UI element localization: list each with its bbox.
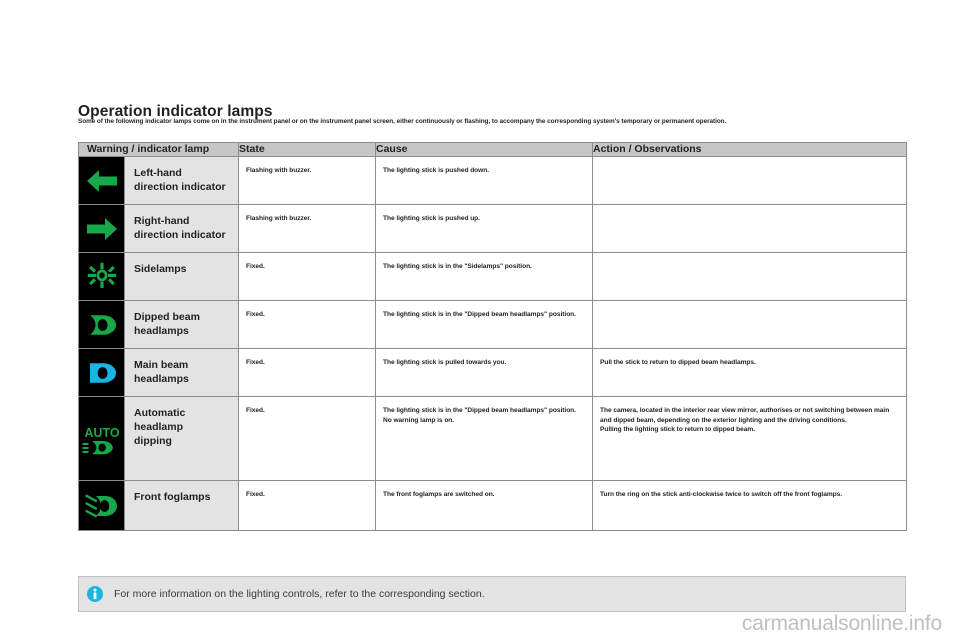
indicator-lamps-table: Warning / indicator lamp State Cause Act… [78,142,907,531]
lamp-action: Pull the stick to return to dipped beam … [592,348,907,397]
lamp-name: Dipped beam headlamps [124,300,239,349]
lamp-state: Flashing with buzzer. [238,156,376,205]
indicator-lamps-table-wrapper: Warning / indicator lamp State Cause Act… [78,142,907,531]
lamp-cause: The lighting stick is pushed up. [375,204,593,253]
info-note: For more information on the lighting con… [78,576,906,612]
column-header-state: State [238,142,376,157]
table-row: AUTO Automatic headlamp dipping Fixed. T… [78,396,907,481]
table-header-row: Warning / indicator lamp State Cause Act… [78,142,907,157]
table-row: Sidelamps Fixed. The lighting stick is i… [78,252,907,301]
lamp-cause: The lighting stick is pulled towards you… [375,348,593,397]
lamp-state: Fixed. [238,252,376,301]
lamp-state: Fixed. [238,300,376,349]
lamp-icon-cell [78,252,125,301]
lamp-cause: The lighting stick is pushed down. [375,156,593,205]
lamp-action [592,204,907,253]
info-icon [86,585,104,603]
table-row: Main beam headlamps Fixed. The lighting s… [78,348,907,397]
column-header-lamp: Warning / indicator lamp [78,142,239,157]
lamp-action: The camera, located in the interior rear… [592,396,907,481]
manual-page: Operation indicator lamps Some of the fo… [0,0,960,640]
info-note-text: For more information on the lighting con… [114,588,485,600]
table-row: Dipped beam headlamps Fixed. The lighting… [78,300,907,349]
table-row: Front foglamps Fixed. The front foglamps… [78,480,907,531]
lamp-icon-cell [78,204,125,253]
lamp-state: Flashing with buzzer. [238,204,376,253]
lamp-action [592,156,907,205]
lamp-icon-cell [78,480,125,531]
column-header-action: Action / Observations [592,142,907,157]
dipped-beam-icon [79,304,125,345]
table-row: Left-hand direction indicator Flashing wi… [78,156,907,205]
front-foglamps-icon [79,485,125,526]
lamp-name: Front foglamps [124,480,239,531]
watermark-text: carmanualsonline.info [741,612,942,635]
lamp-action [592,300,907,349]
lamp-cause: The lighting stick is in the "Dipped bea… [375,396,593,481]
page-subtitle: Some of the following indicator lamps co… [78,118,727,125]
lamp-name: Right-hand direction indicator [124,204,239,253]
lamp-icon-cell [78,156,125,205]
left-arrow-icon [79,160,125,201]
lamp-state: Fixed. [238,348,376,397]
lamp-name: Sidelamps [124,252,239,301]
lamp-action: Turn the ring on the stick anti-clockwis… [592,480,907,531]
lamp-cause: The lighting stick is in the "Dipped bea… [375,300,593,349]
lamp-action [592,252,907,301]
auto-headlamp-dipping-icon: AUTO [79,418,125,459]
table-row: Right-hand direction indicator Flashing w… [78,204,907,253]
sidelamps-icon [79,256,125,297]
lamp-name: Main beam headlamps [124,348,239,397]
right-arrow-icon [79,208,125,249]
lamp-icon-cell [78,300,125,349]
lamp-icon-cell: AUTO [78,396,125,481]
column-header-cause: Cause [375,142,593,157]
svg-text:AUTO: AUTO [84,426,119,440]
lamp-name: Automatic headlamp dipping [124,396,239,481]
main-beam-icon [79,352,125,393]
lamp-cause: The lighting stick is in the "Sidelamps"… [375,252,593,301]
lamp-icon-cell [78,348,125,397]
lamp-name: Left-hand direction indicator [124,156,239,205]
table-body: Left-hand direction indicator Flashing wi… [78,156,907,531]
lamp-state: Fixed. [238,396,376,481]
table-header: Warning / indicator lamp State Cause Act… [78,142,907,157]
lamp-cause: The front foglamps are switched on. [375,480,593,531]
lamp-state: Fixed. [238,480,376,531]
